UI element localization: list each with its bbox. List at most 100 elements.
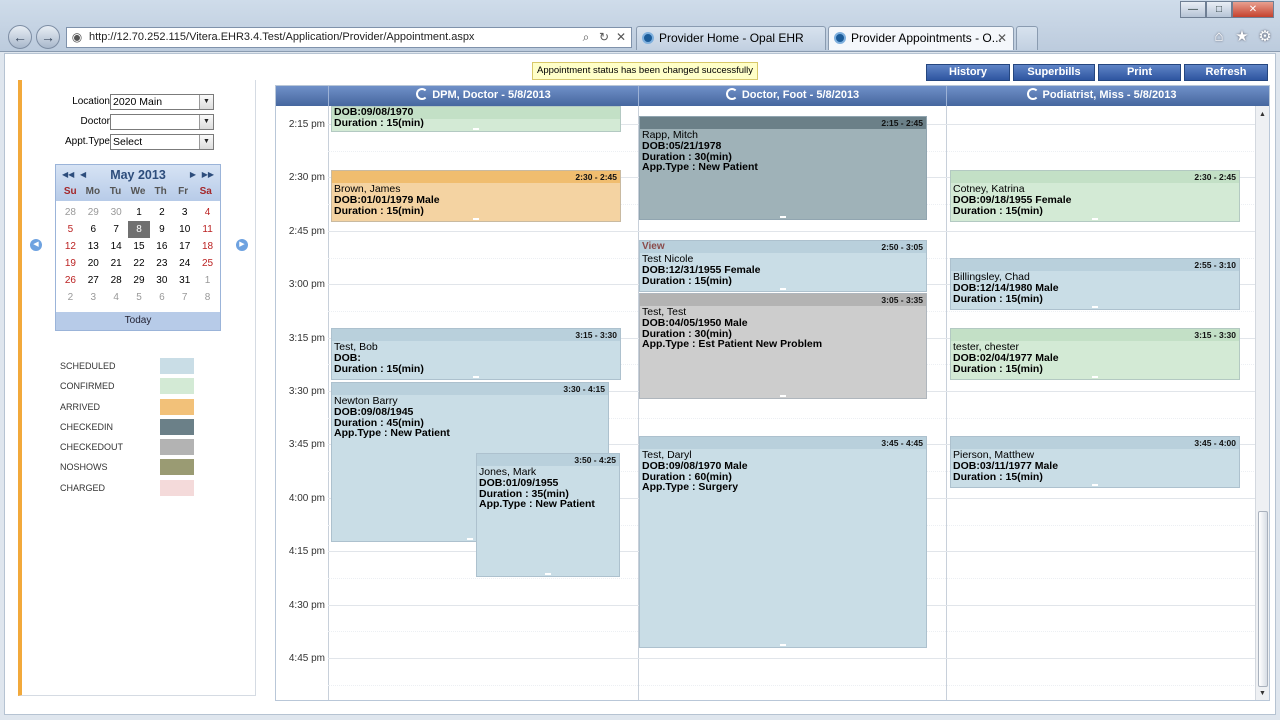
next-year-icon[interactable]: ▶▶	[202, 170, 214, 179]
chevron-down-icon[interactable]: ▼	[199, 135, 213, 149]
calendar-day[interactable]: 6	[82, 221, 105, 238]
location-select[interactable]: 2020 Main ▼	[110, 94, 214, 110]
appointment-block[interactable]: 3:45 - 4:00 Pierson, Matthew DOB:03/11/197…	[950, 436, 1240, 488]
calendar-day[interactable]: 31	[173, 272, 196, 289]
tab-provider-home[interactable]: Provider Home - Opal EHR	[636, 26, 826, 50]
calendar-day[interactable]: 14	[105, 238, 128, 255]
calendar-day[interactable]: 20	[82, 255, 105, 272]
address-bar[interactable]: ◉ http://12.70.252.115/Vitera.EHR3.4.Tes…	[66, 27, 632, 48]
new-tab-button[interactable]	[1016, 26, 1038, 50]
appointment-block[interactable]: 2:30 - 2:45 Brown, James DOB:01/01/1979 Ma…	[331, 170, 621, 222]
calendar-day[interactable]: 3	[173, 204, 196, 221]
appt-type-select[interactable]: Select ▼	[110, 134, 214, 150]
calendar-day[interactable]: 5	[59, 221, 82, 238]
appointment-block[interactable]: DOB:09/08/1970 Duration : 15(min)	[331, 106, 621, 132]
calendar-day[interactable]: 8	[127, 221, 151, 238]
back-button[interactable]: ←	[8, 25, 32, 49]
resize-handle[interactable]	[1092, 376, 1098, 378]
doctor-select[interactable]: ▼	[110, 114, 214, 130]
history-button[interactable]: History	[926, 64, 1010, 81]
search-icon[interactable]: ⌕	[579, 30, 593, 44]
appointment-block[interactable]: 3:15 - 3:30 tester, chester DOB:02/04/1977…	[950, 328, 1240, 380]
calendar-day[interactable]: 2	[59, 289, 82, 306]
calendar-day[interactable]: 29	[82, 204, 105, 221]
resize-handle[interactable]	[1092, 306, 1098, 308]
resize-handle[interactable]	[545, 573, 551, 575]
calendar-day[interactable]: 23	[150, 255, 173, 272]
resize-handle[interactable]	[780, 288, 786, 290]
calendar-day[interactable]: 9	[150, 221, 173, 238]
calendar-day[interactable]: 1	[196, 272, 219, 289]
resize-handle[interactable]	[780, 216, 786, 218]
close-tab-icon[interactable]: ✕	[997, 27, 1007, 49]
close-window-button[interactable]: ✕	[1232, 1, 1274, 18]
calendar-day[interactable]: 1	[128, 204, 151, 221]
superbills-button[interactable]: Superbills	[1013, 64, 1095, 81]
schedule-scrollbar[interactable]: ▲ ▼	[1255, 106, 1269, 700]
resize-handle[interactable]	[780, 395, 786, 397]
scroll-down-icon[interactable]: ▼	[1256, 688, 1269, 700]
calendar-day[interactable]: 27	[82, 272, 105, 289]
tab-provider-appointments[interactable]: Provider Appointments - O... ✕	[828, 26, 1014, 50]
calendar-day[interactable]: 12	[59, 238, 82, 255]
refresh-icon[interactable]	[725, 88, 738, 100]
today-button[interactable]: Today	[56, 312, 220, 330]
resize-handle[interactable]	[473, 128, 479, 130]
calendar-day[interactable]: 13	[82, 238, 105, 255]
prev-arrow-icon[interactable]: ◀	[30, 239, 42, 251]
resize-handle[interactable]	[1092, 484, 1098, 486]
column-header-doctor-foot[interactable]: Doctor, Foot - 5/8/2013	[638, 86, 946, 106]
calendar-day[interactable]: 22	[128, 255, 151, 272]
calendar-day[interactable]: 7	[105, 221, 128, 238]
calendar-day[interactable]: 4	[196, 204, 219, 221]
view-link[interactable]: View	[642, 241, 665, 252]
column-header-dpm-doctor[interactable]: DPM, Doctor - 5/8/2013	[328, 86, 638, 106]
refresh-icon[interactable]	[1026, 88, 1039, 100]
calendar-day[interactable]: 16	[150, 238, 173, 255]
resize-handle[interactable]	[473, 218, 479, 220]
calendar-day[interactable]: 15	[128, 238, 151, 255]
settings-gear-icon[interactable]: ⚙	[1256, 28, 1274, 46]
calendar-day[interactable]: 30	[150, 272, 173, 289]
appointment-block[interactable]: 3:05 - 3:35 Test, Test DOB:04/05/1950 Male…	[639, 293, 927, 399]
home-icon[interactable]: ⌂	[1210, 28, 1228, 46]
maximize-button[interactable]: □	[1206, 1, 1232, 18]
scroll-up-icon[interactable]: ▲	[1256, 109, 1269, 121]
calendar-day[interactable]: 2	[150, 204, 173, 221]
forward-button[interactable]: →	[36, 25, 60, 49]
appointment-block[interactable]: 2:55 - 3:10 Billingsley, Chad DOB:12/14/19…	[950, 258, 1240, 310]
calendar-day[interactable]: 18	[196, 238, 219, 255]
scroll-thumb[interactable]	[1258, 511, 1268, 687]
appointment-block[interactable]: 3:45 - 4:45 Test, Daryl DOB:09/08/1970 Mal…	[639, 436, 927, 648]
calendar-day[interactable]: 4	[105, 289, 128, 306]
appointment-block[interactable]: 2:15 - 2:45 Rapp, Mitch DOB:05/21/1978 Dura…	[639, 116, 927, 220]
resize-handle[interactable]	[1092, 218, 1098, 220]
resize-handle[interactable]	[473, 376, 479, 378]
appointment-block[interactable]: 2:30 - 2:45 Cotney, Katrina DOB:09/18/1955…	[950, 170, 1240, 222]
calendar-day[interactable]: 3	[82, 289, 105, 306]
stop-icon[interactable]: ✕	[614, 30, 628, 44]
calendar-day[interactable]: 7	[173, 289, 196, 306]
column-header-podiatrist[interactable]: Podiatrist, Miss - 5/8/2013	[946, 86, 1256, 106]
appointment-block[interactable]: 3:15 - 3:30 Test, Bob DOB: Duration : 15(mi…	[331, 328, 621, 380]
chevron-down-icon[interactable]: ▼	[199, 95, 213, 109]
calendar-day[interactable]: 11	[196, 221, 219, 238]
next-month-icon[interactable]: ▶	[190, 170, 196, 179]
calendar-day[interactable]: 21	[105, 255, 128, 272]
calendar-day[interactable]: 17	[173, 238, 196, 255]
refresh-page-icon[interactable]: ↻	[597, 30, 611, 44]
calendar-day[interactable]: 10	[173, 221, 196, 238]
minimize-button[interactable]: —	[1180, 1, 1206, 18]
calendar-day[interactable]: 30	[105, 204, 128, 221]
resize-handle[interactable]	[780, 644, 786, 646]
next-arrow-icon[interactable]: ▶	[236, 239, 248, 251]
appointment-block[interactable]: 2:50 - 3:05 Test Nicole DOB:12/31/1955 Fem…	[639, 240, 927, 292]
calendar-day[interactable]: 8	[196, 289, 219, 306]
calendar-day[interactable]: 29	[128, 272, 151, 289]
refresh-button[interactable]: Refresh	[1184, 64, 1268, 81]
print-button[interactable]: Print	[1098, 64, 1181, 81]
appointment-block[interactable]: 3:50 - 4:25 Jones, Mark DOB:01/09/1955 Dura…	[476, 453, 620, 577]
calendar-day[interactable]: 25	[196, 255, 219, 272]
resize-handle[interactable]	[467, 538, 473, 540]
calendar-day[interactable]: 19	[59, 255, 82, 272]
